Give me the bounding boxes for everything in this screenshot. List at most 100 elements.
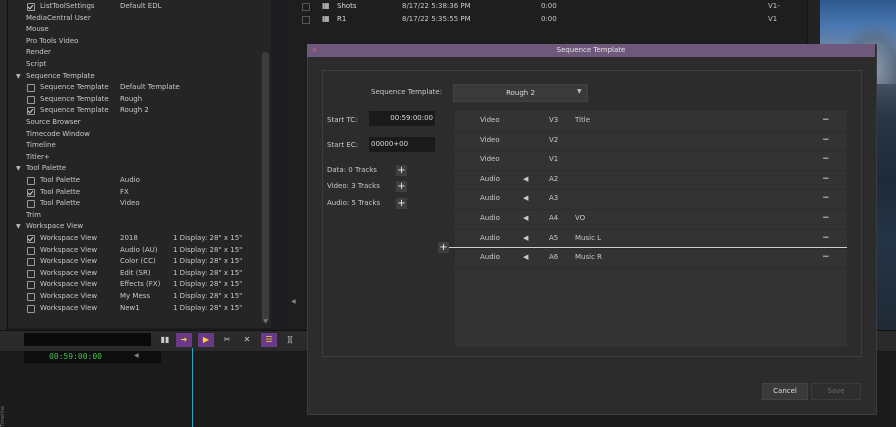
setting-checkbox[interactable]: [27, 95, 35, 104]
settings-row[interactable]: Workspace View Audio (AU) 1 Display: 28" x…: [8, 245, 263, 257]
setting-checkbox[interactable]: [27, 188, 35, 197]
extract-icon[interactable]: ][: [282, 333, 298, 347]
settings-row[interactable]: Render: [8, 47, 263, 59]
remove-track-button[interactable]: −: [822, 229, 830, 249]
settings-row[interactable]: Timeline: [8, 140, 263, 152]
template-select[interactable]: Rough 2: [453, 84, 588, 102]
speaker-icon[interactable]: ◀: [523, 170, 528, 190]
settings-row[interactable]: Sequence Template Default Template: [8, 82, 263, 94]
setting-checkbox[interactable]: [27, 3, 35, 11]
insert-track-button[interactable]: +: [438, 242, 449, 253]
setting-name: ListToolSettings: [40, 2, 95, 10]
speaker-icon[interactable]: ◀: [523, 248, 528, 268]
track-row[interactable]: Audio ◀ A6 Music R −: [455, 248, 847, 269]
splice-in-button[interactable]: ▶: [198, 333, 214, 347]
settings-row[interactable]: Workspace View New1 1 Display: 28" x 15": [8, 303, 263, 315]
settings-row[interactable]: Mouse: [8, 24, 263, 36]
bin-row-checkbox[interactable]: [302, 3, 310, 11]
remove-track-button[interactable]: −: [822, 131, 830, 151]
setting-checkbox[interactable]: [27, 304, 35, 313]
track-number: V3: [549, 116, 559, 124]
setting-checkbox[interactable]: [27, 258, 35, 267]
settings-row[interactable]: Tool Palette Audio: [8, 175, 263, 187]
track-selector-icon[interactable]: ▮▮: [157, 333, 173, 347]
speaker-icon[interactable]: ◀: [523, 189, 528, 209]
remove-track-button[interactable]: −: [822, 248, 830, 268]
setting-checkbox[interactable]: [27, 200, 35, 209]
cut-icon[interactable]: ✂: [219, 333, 235, 347]
settings-row[interactable]: Sequence Template Rough 2: [8, 105, 263, 117]
settings-row[interactable]: Timecode Window: [8, 129, 263, 141]
track-row[interactable]: Audio ◀ A3 −: [455, 189, 847, 210]
remove-track-button[interactable]: −: [822, 111, 830, 131]
settings-row[interactable]: Trim: [8, 210, 263, 222]
bin-row-checkbox[interactable]: [302, 16, 310, 24]
remove-track-button[interactable]: −: [822, 209, 830, 229]
track-name[interactable]: VO: [575, 209, 585, 229]
scroll-left-arrow-icon[interactable]: ◀: [291, 298, 301, 308]
settings-row[interactable]: Workspace View Edit (SR) 1 Display: 28" x …: [8, 268, 263, 280]
settings-row[interactable]: Workspace View My Mess 1 Display: 28" x 15…: [8, 291, 263, 303]
lift-button[interactable]: ☰: [261, 333, 277, 347]
remove-track-button[interactable]: −: [822, 150, 830, 170]
expand-triangle-icon[interactable]: ▼: [16, 221, 21, 233]
track-name[interactable]: Music L: [575, 229, 601, 249]
setting-display: 1 Display: 28" x 15": [173, 280, 243, 289]
add-audio-track-button[interactable]: +: [396, 198, 407, 209]
track-row[interactable]: Video V3 Title −: [455, 111, 847, 132]
settings-row[interactable]: ListToolSettings Default EDL: [8, 1, 263, 13]
chevron-down-icon[interactable]: ▼: [577, 88, 582, 95]
track-name[interactable]: Music R: [575, 248, 602, 268]
add-video-track-button[interactable]: +: [396, 181, 407, 192]
settings-row[interactable]: ▼ Workspace View: [8, 221, 263, 233]
add-data-track-button[interactable]: +: [396, 165, 407, 176]
bin-row[interactable]: ▦ R1 8/17/22 5:35:55 PM 0:00 V1: [287, 13, 807, 25]
trim-icon[interactable]: ✕: [239, 333, 255, 347]
remove-track-button[interactable]: −: [822, 189, 830, 209]
speaker-icon[interactable]: ◀: [523, 229, 528, 249]
cancel-button[interactable]: Cancel: [762, 383, 808, 400]
settings-row[interactable]: Titler+: [8, 152, 263, 164]
settings-row[interactable]: Sequence Template Rough: [8, 94, 263, 106]
settings-row[interactable]: ▼ Tool Palette: [8, 163, 263, 175]
setting-checkbox[interactable]: [27, 269, 35, 278]
setting-checkbox[interactable]: [27, 246, 35, 255]
settings-row[interactable]: Tool Palette FX: [8, 187, 263, 199]
setting-checkbox[interactable]: [27, 235, 35, 243]
settings-row[interactable]: Workspace View Effects (FX) 1 Display: 28"…: [8, 279, 263, 291]
overwrite-button[interactable]: ➔: [176, 333, 192, 347]
setting-checkbox[interactable]: [27, 107, 35, 116]
settings-row[interactable]: Pro Tools Video: [8, 36, 263, 48]
track-row[interactable]: Audio ◀ A4 VO −: [455, 209, 847, 230]
track-row[interactable]: Video V2 −: [455, 131, 847, 152]
settings-row[interactable]: ▼ Sequence Template: [8, 71, 263, 83]
settings-row[interactable]: Script: [8, 59, 263, 71]
settings-scrollbar[interactable]: [262, 52, 269, 322]
settings-row[interactable]: MediaCentral User: [8, 13, 263, 25]
speaker-icon[interactable]: ◀: [523, 209, 528, 229]
track-row[interactable]: Video V1 −: [455, 150, 847, 171]
settings-row[interactable]: Workspace View 2018 1 Display: 28" x 15": [8, 233, 263, 245]
setting-checkbox[interactable]: [27, 293, 35, 301]
start-ec-input[interactable]: 00000+00: [369, 137, 435, 152]
track-row[interactable]: Audio ◀ A2 −: [455, 170, 847, 191]
setting-checkbox[interactable]: [27, 177, 35, 185]
expand-triangle-icon[interactable]: ▼: [16, 163, 21, 175]
setting-value: Effects (FX): [120, 280, 161, 289]
close-icon[interactable]: ×: [309, 45, 320, 56]
scroll-down-arrow-icon[interactable]: ▼: [262, 318, 269, 326]
timecode-arrow-icon[interactable]: ◀: [134, 352, 139, 359]
settings-row[interactable]: Tool Palette Video: [8, 198, 263, 210]
save-button[interactable]: Save: [811, 383, 861, 400]
setting-checkbox[interactable]: [27, 84, 35, 93]
expand-triangle-icon[interactable]: ▼: [16, 71, 21, 83]
remove-track-button[interactable]: −: [822, 170, 830, 190]
track-name[interactable]: Title: [575, 111, 590, 131]
settings-row[interactable]: Source Browser: [8, 117, 263, 129]
dialog-title[interactable]: Sequence Template: [307, 44, 875, 57]
settings-row[interactable]: Workspace View Color (CC) 1 Display: 28" x…: [8, 256, 263, 268]
setting-checkbox[interactable]: [27, 281, 35, 290]
bin-row[interactable]: ▦ Shots 8/17/22 5:38:36 PM 0:00 V1-: [287, 0, 807, 12]
start-tc-input[interactable]: 00:59:00:00: [369, 111, 435, 126]
playhead[interactable]: [192, 348, 193, 427]
